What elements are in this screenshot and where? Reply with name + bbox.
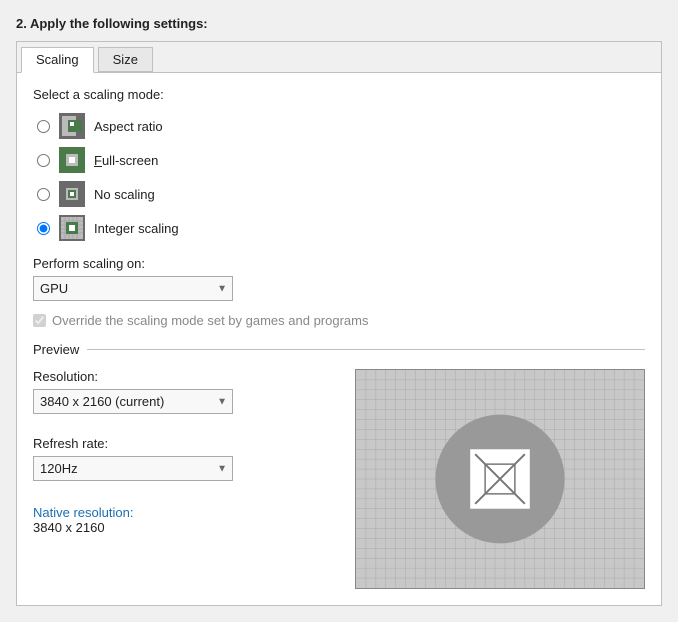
preview-body: Resolution: 3840 x 2160 (current) 1920 x… [33,369,645,589]
integer-preview [355,369,645,589]
preview-title: Preview [33,342,79,357]
select-mode-label: Select a scaling mode: [33,87,645,102]
label-aspect-ratio[interactable]: Aspect ratio [94,119,163,134]
integer-scaling-icon [58,214,86,242]
section-title: 2. Apply the following settings: [16,16,662,31]
preview-divider [87,349,645,350]
no-scaling-icon [58,180,86,208]
radio-aspect-ratio[interactable] [37,120,50,133]
label-full-screen[interactable]: Full-screen [94,153,158,168]
resolution-label: Resolution: [33,369,233,384]
label-integer-scaling[interactable]: Integer scaling [94,221,179,236]
tab-content: Select a scaling mode: Aspect ratio [17,73,661,605]
radio-row-integer-scaling: Integer scaling [37,214,645,242]
refresh-label: Refresh rate: [33,436,233,451]
radio-row-no-scaling: No scaling [37,180,645,208]
full-screen-icon [58,146,86,174]
radio-integer-scaling[interactable] [37,222,50,235]
panel: Scaling Size Select a scaling mode: Aspe… [16,41,662,606]
radio-full-screen[interactable] [37,154,50,167]
perform-scaling-select-wrapper: GPU Display ▼ [33,276,233,301]
checkbox-row-override: Override the scaling mode set by games a… [33,313,645,328]
override-checkbox[interactable] [33,314,46,327]
perform-scaling-label: Perform scaling on: [33,256,645,271]
tabs: Scaling Size [17,42,661,73]
refresh-select[interactable]: 120Hz 60Hz [33,456,233,481]
radio-no-scaling[interactable] [37,188,50,201]
native-resolution-label: Native resolution: [33,505,233,520]
radio-row-full-screen: Full-screen [37,146,645,174]
preview-grid [356,370,644,588]
resolution-select-wrapper: 3840 x 2160 (current) 1920 x 1080 1280 x… [33,389,233,414]
tab-size[interactable]: Size [98,47,153,72]
native-resolution-value: 3840 x 2160 [33,520,233,535]
refresh-select-wrapper: 120Hz 60Hz ▼ [33,456,233,481]
preview-header: Preview [33,342,645,357]
radio-group: Aspect ratio Full-screen [37,112,645,242]
label-no-scaling[interactable]: No scaling [94,187,155,202]
perform-scaling-select[interactable]: GPU Display [33,276,233,301]
aspect-ratio-icon [58,112,86,140]
preview-visual [249,369,645,589]
radio-row-aspect-ratio: Aspect ratio [37,112,645,140]
tab-scaling[interactable]: Scaling [21,47,94,73]
resolution-select[interactable]: 3840 x 2160 (current) 1920 x 1080 1280 x… [33,389,233,414]
preview-controls: Resolution: 3840 x 2160 (current) 1920 x… [33,369,233,589]
override-label: Override the scaling mode set by games a… [52,313,369,328]
preview-section: Preview Resolution: 3840 x 2160 (current… [33,342,645,589]
